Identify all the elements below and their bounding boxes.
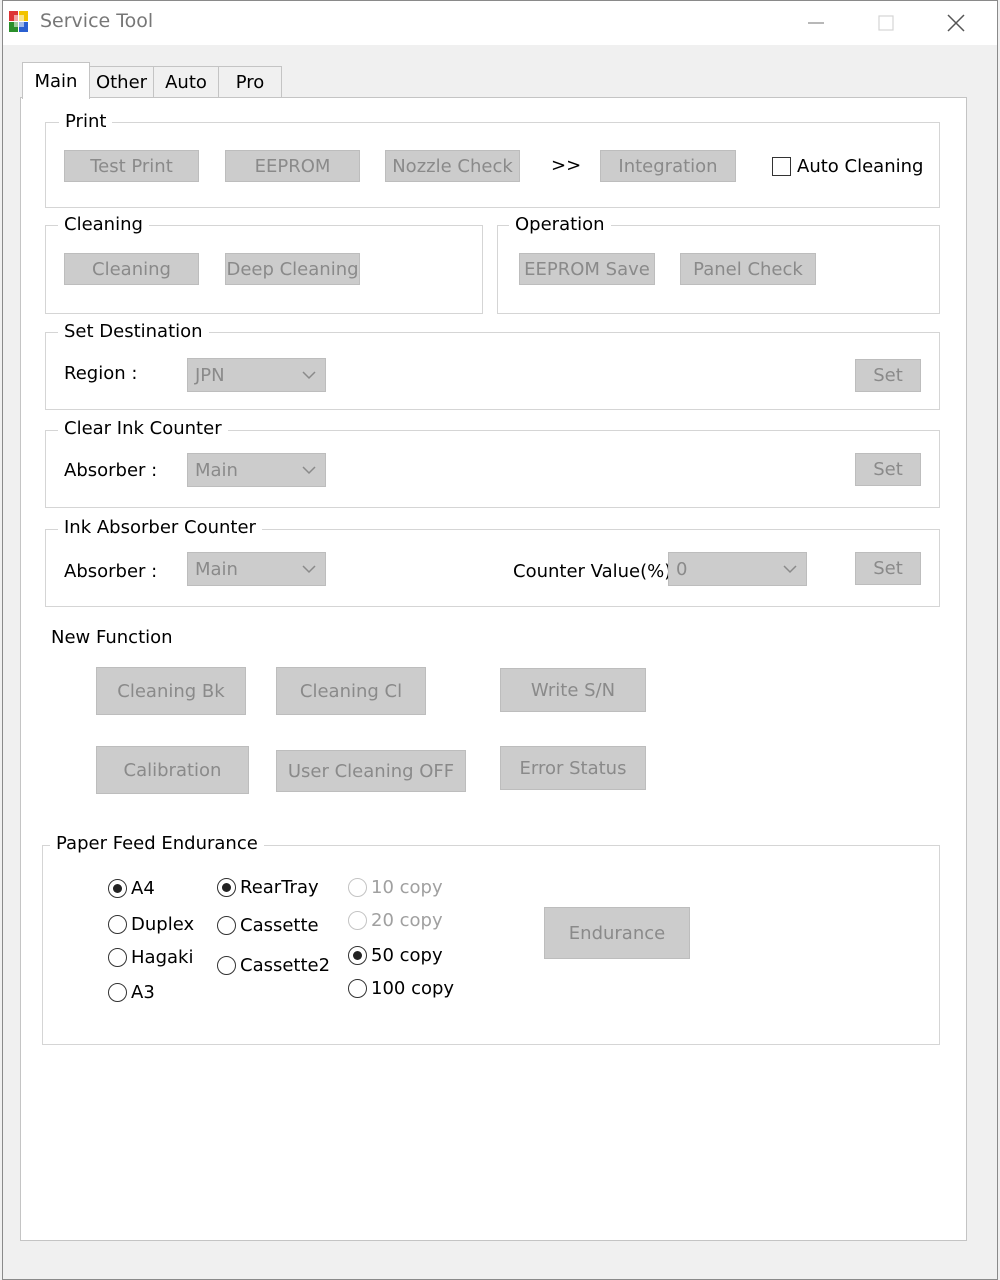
user-cleaning-off-button[interactable]: User Cleaning OFF bbox=[276, 750, 466, 792]
radio-50-copy-label: 50 copy bbox=[371, 944, 443, 966]
clear-ink-counter-group bbox=[45, 430, 940, 508]
radio-cassette2[interactable]: Cassette2 bbox=[217, 952, 330, 978]
ink-absorber-set-button[interactable]: Set bbox=[855, 552, 921, 585]
radio-button-icon[interactable] bbox=[348, 910, 367, 930]
clear-absorber-label: Absorber : bbox=[64, 460, 158, 481]
radio-button-icon[interactable] bbox=[217, 877, 236, 897]
error-status-button[interactable]: Error Status bbox=[500, 746, 646, 790]
radio-button-icon[interactable] bbox=[108, 914, 127, 934]
destination-set-button[interactable]: Set bbox=[855, 359, 921, 392]
calibration-button[interactable]: Calibration bbox=[96, 746, 249, 794]
radio-button-icon[interactable] bbox=[217, 915, 236, 935]
radio-button-icon[interactable] bbox=[217, 955, 236, 975]
radio-a3[interactable]: A3 bbox=[108, 979, 155, 1005]
radio-50-copy[interactable]: 50 copy bbox=[348, 942, 443, 968]
endurance-button[interactable]: Endurance bbox=[544, 907, 690, 959]
radio-20-copy-label: 20 copy bbox=[371, 909, 443, 931]
checkbox-box[interactable] bbox=[772, 157, 791, 176]
radio-cassette2-label: Cassette2 bbox=[240, 954, 331, 976]
radio-a4-label: A4 bbox=[131, 877, 155, 899]
radio-a3-label: A3 bbox=[131, 981, 155, 1003]
nozzle-check-button[interactable]: Nozzle Check bbox=[385, 150, 520, 182]
tab-main[interactable]: Main bbox=[22, 62, 90, 99]
maximize-button[interactable] bbox=[856, 1, 916, 45]
app-icon bbox=[8, 10, 30, 34]
radio-cassette[interactable]: Cassette bbox=[217, 912, 319, 938]
chevron-down-icon bbox=[302, 359, 316, 391]
integration-button[interactable]: Integration bbox=[600, 150, 736, 182]
tab-other[interactable]: Other bbox=[89, 66, 154, 98]
radio-reartray[interactable]: RearTray bbox=[217, 874, 319, 900]
new-function-title: New Function bbox=[51, 627, 173, 648]
set-destination-title: Set Destination bbox=[58, 321, 209, 342]
operation-group-title: Operation bbox=[509, 214, 611, 235]
close-button[interactable] bbox=[926, 1, 986, 45]
radio-button-icon[interactable] bbox=[348, 877, 367, 897]
deep-cleaning-button[interactable]: Deep Cleaning bbox=[225, 253, 360, 285]
clear-ink-set-button[interactable]: Set bbox=[855, 453, 921, 486]
radio-100-copy[interactable]: 100 copy bbox=[348, 975, 454, 1001]
radio-button-icon[interactable] bbox=[348, 978, 367, 998]
counter-absorber-label: Absorber : bbox=[64, 561, 158, 582]
radio-20-copy[interactable]: 20 copy bbox=[348, 907, 443, 933]
cleaning-cl-button[interactable]: Cleaning Cl bbox=[276, 667, 426, 715]
auto-cleaning-checkbox[interactable]: Auto Cleaning bbox=[772, 156, 923, 177]
radio-10-copy-label: 10 copy bbox=[371, 876, 443, 898]
radio-button-icon[interactable] bbox=[108, 878, 127, 898]
region-label: Region : bbox=[64, 363, 138, 384]
maximize-icon bbox=[878, 15, 894, 31]
ink-absorber-counter-title: Ink Absorber Counter bbox=[58, 517, 262, 538]
panel-check-button[interactable]: Panel Check bbox=[680, 253, 816, 285]
counter-value: 0 bbox=[676, 558, 688, 580]
radio-duplex-label: Duplex bbox=[131, 913, 195, 935]
clear-ink-counter-title: Clear Ink Counter bbox=[58, 418, 228, 439]
counter-absorber-select[interactable]: Main bbox=[187, 552, 326, 586]
chevron-down-icon bbox=[302, 454, 316, 486]
paper-feed-endurance-title: Paper Feed Endurance bbox=[50, 833, 264, 854]
radio-10-copy[interactable]: 10 copy bbox=[348, 874, 443, 900]
write-sn-button[interactable]: Write S/N bbox=[500, 668, 646, 712]
radio-100-copy-label: 100 copy bbox=[371, 977, 455, 999]
counter-value-select[interactable]: 0 bbox=[668, 552, 807, 586]
radio-hagaki[interactable]: Hagaki bbox=[108, 944, 193, 970]
auto-cleaning-label: Auto Cleaning bbox=[797, 156, 924, 177]
chevron-down-icon bbox=[783, 553, 797, 585]
radio-duplex[interactable]: Duplex bbox=[108, 911, 194, 937]
clear-absorber-select[interactable]: Main bbox=[187, 453, 326, 487]
window-title: Service Tool bbox=[40, 10, 154, 32]
radio-button-icon[interactable] bbox=[108, 982, 127, 1002]
cleaning-bk-button[interactable]: Cleaning Bk bbox=[96, 667, 246, 715]
minimize-button[interactable] bbox=[786, 1, 846, 45]
arrow-label: >> bbox=[551, 155, 582, 176]
radio-button-icon[interactable] bbox=[348, 945, 367, 965]
region-select[interactable]: JPN bbox=[187, 358, 326, 392]
tab-pro[interactable]: Pro bbox=[218, 66, 282, 98]
radio-button-icon[interactable] bbox=[108, 947, 127, 967]
eeprom-button[interactable]: EEPROM bbox=[225, 150, 360, 182]
counter-value-label: Counter Value(%) : bbox=[513, 561, 684, 582]
region-value: JPN bbox=[195, 364, 225, 386]
counter-absorber-value: Main bbox=[195, 558, 238, 580]
cleaning-button[interactable]: Cleaning bbox=[64, 253, 199, 285]
chevron-down-icon bbox=[302, 553, 316, 585]
minimize-icon bbox=[808, 22, 824, 24]
set-destination-group bbox=[45, 332, 940, 410]
test-print-button[interactable]: Test Print bbox=[64, 150, 199, 182]
eeprom-save-button[interactable]: EEPROM Save bbox=[519, 253, 655, 285]
print-group-title: Print bbox=[59, 111, 113, 132]
cleaning-group-title: Cleaning bbox=[58, 214, 149, 235]
close-icon bbox=[947, 14, 965, 32]
radio-cassette-label: Cassette bbox=[240, 914, 319, 936]
tab-auto[interactable]: Auto bbox=[153, 66, 219, 98]
radio-a4[interactable]: A4 bbox=[108, 875, 155, 901]
clear-absorber-value: Main bbox=[195, 459, 238, 481]
radio-hagaki-label: Hagaki bbox=[131, 946, 194, 968]
radio-reartray-label: RearTray bbox=[240, 876, 319, 898]
